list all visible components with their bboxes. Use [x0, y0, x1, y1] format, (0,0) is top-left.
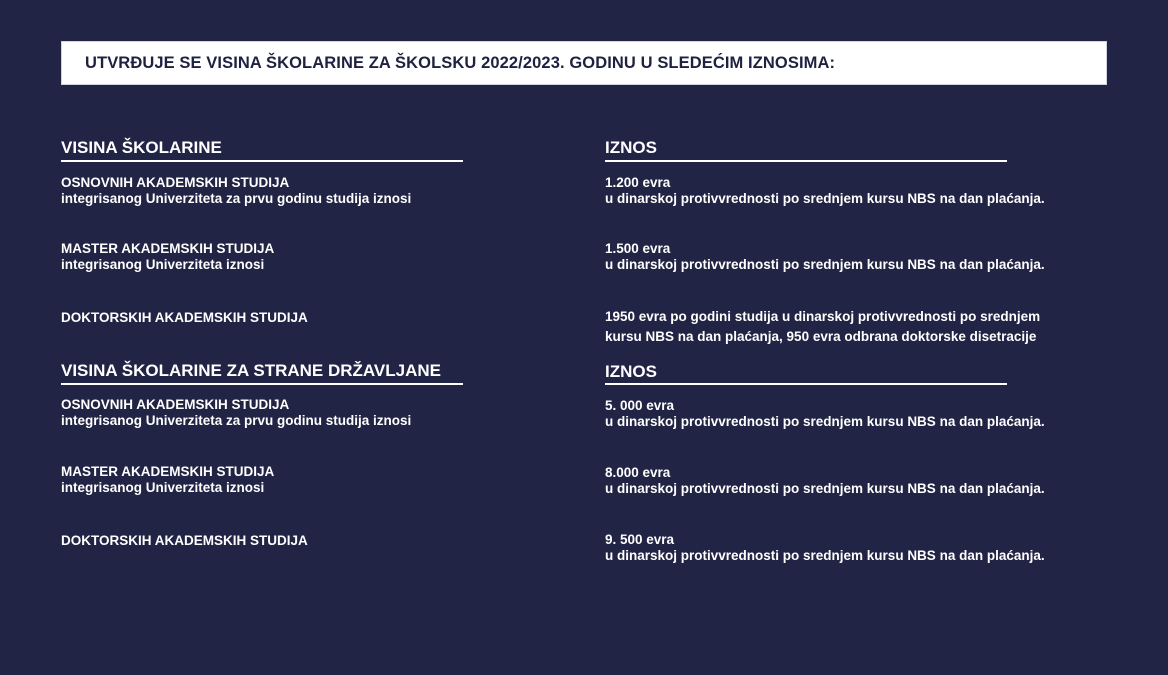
heading-underline [61, 383, 463, 385]
label-line: integrisanog Univerziteta iznosi [61, 479, 265, 495]
tuition-label-basic: OSNOVNIH AKADEMSKIH STUDIJA integrisanog… [61, 175, 411, 206]
heading-underline [61, 160, 463, 162]
label-line: integrisanog Univerziteta za prvu godinu… [61, 412, 412, 428]
foreign-amount-master: 8.000 evra u dinarskoj protivvrednosti p… [605, 465, 1045, 496]
label-line: MASTER AKADEMSKIH STUDIJA [61, 464, 275, 479]
label-line: integrisanog Univerziteta iznosi [61, 256, 265, 272]
tuition-amount-basic: 1.200 evra u dinarskoj protivvrednosti p… [605, 175, 1045, 206]
amount-line: u dinarskoj protivvrednosti po srednjem … [605, 413, 1045, 429]
amount-line: u dinarskoj protivvrednosti po srednjem … [605, 547, 1045, 563]
amount-line: 1950 evra po godini studija u dinarskoj … [605, 309, 1041, 324]
foreign-amount-doctoral: 9. 500 evra u dinarskoj protivvrednosti … [605, 532, 1045, 563]
foreign-amount-basic: 5. 000 evra u dinarskoj protivvrednosti … [605, 398, 1045, 429]
section-heading-foreign-tuition: VISINA ŠKOLARINE ZA STRANE DRŽAVLJANE [61, 361, 442, 380]
foreign-label-basic: OSNOVNIH AKADEMSKIH STUDIJA integrisanog… [61, 397, 411, 428]
amount-line: u dinarskoj protivvrednosti po srednjem … [605, 256, 1045, 272]
label-line: OSNOVNIH AKADEMSKIH STUDIJA [61, 397, 290, 412]
title-banner: UTVRĐUJE SE VISINA ŠKOLARINE ZA ŠKOLSKU … [61, 41, 1107, 85]
tuition-amount-master: 1.500 evra u dinarskoj protivvrednosti p… [605, 241, 1045, 272]
amount-line: 5. 000 evra [605, 398, 675, 413]
label-line: MASTER AKADEMSKIH STUDIJA [61, 241, 275, 256]
tuition-amount-doctoral: 1950 evra po godini studija u dinarskoj … [605, 307, 1040, 347]
foreign-label-master: MASTER AKADEMSKIH STUDIJA integrisanog U… [61, 464, 274, 495]
amount-line: u dinarskoj protivvrednosti po srednjem … [605, 480, 1045, 496]
amount-line: 1.500 evra [605, 241, 671, 256]
section-heading-amount: IZNOS [605, 138, 657, 157]
amount-line: u dinarskoj protivvrednosti po srednjem … [605, 190, 1045, 206]
label-line: DOKTORSKIH AKADEMSKIH STUDIJA [61, 533, 308, 548]
amount-line: 9. 500 evra [605, 532, 675, 547]
banner-title: UTVRĐUJE SE VISINA ŠKOLARINE ZA ŠKOLSKU … [85, 54, 836, 72]
label-line: OSNOVNIH AKADEMSKIH STUDIJA [61, 175, 290, 190]
section-heading-amount-foreign: IZNOS [605, 362, 657, 381]
amount-line: 8.000 evra [605, 465, 671, 480]
label-line: integrisanog Univerziteta za prvu godinu… [61, 190, 412, 206]
amount-line: 1.200 evra [605, 175, 671, 190]
heading-underline [605, 383, 1007, 385]
tuition-label-master: MASTER AKADEMSKIH STUDIJA integrisanog U… [61, 241, 274, 272]
tuition-label-doctoral: DOKTORSKIH AKADEMSKIH STUDIJA [61, 310, 308, 326]
amount-line: kursu NBS na dan plaćanja, 950 evra odbr… [605, 329, 1037, 344]
foreign-label-doctoral: DOKTORSKIH AKADEMSKIH STUDIJA [61, 533, 308, 549]
section-heading-tuition: VISINA ŠKOLARINE [61, 138, 222, 157]
heading-underline [605, 160, 1007, 162]
label-line: DOKTORSKIH AKADEMSKIH STUDIJA [61, 310, 308, 325]
